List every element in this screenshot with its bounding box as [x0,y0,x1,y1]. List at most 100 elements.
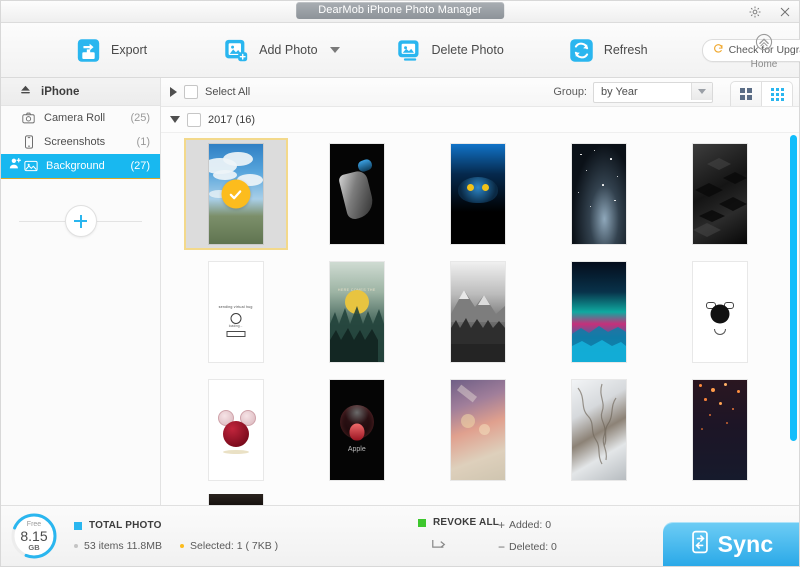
photo-cell[interactable] [660,140,781,248]
plus-icon[interactable] [65,205,97,237]
home-icon [753,31,775,58]
photo-cell[interactable] [417,258,538,366]
gear-icon[interactable] [747,4,763,20]
added-sign: + [498,518,509,532]
total-photo-label: TOTAL PHOTO [89,520,162,531]
free-value: 8.15 [20,529,47,543]
sidebar-count-camera-roll: (25) [130,112,150,124]
added-deleted-stats: + Added: 0 − Deleted: 0 [498,518,557,554]
select-all-checkbox[interactable] [184,85,198,99]
photo-thumbnail-here-comes-the-sun: HERE COMES THE [330,262,384,362]
group-checkbox-2017[interactable] [187,113,201,127]
deleted-sign: − [498,540,509,554]
thumbnail-caption: Apple [330,446,384,453]
delete-photo-label: Delete Photo [432,43,504,57]
title-bar: DearMob iPhone Photo Manager [1,1,799,23]
add-photo-label: Add Photo [259,43,317,57]
total-photo-swatch [74,522,82,530]
vertical-scrollbar[interactable] [790,135,797,441]
photo-cell[interactable] [186,140,286,248]
photo-cell[interactable] [175,376,296,484]
sync-icon [689,529,711,560]
photo-thumbnail-astronaut [330,144,384,244]
photo-cell[interactable] [539,140,660,248]
photo-cell[interactable] [660,376,781,484]
photo-cell[interactable]: sending virtual hug loading... [175,258,296,366]
group-header-2017: 2017 (16) [161,107,799,133]
sync-button[interactable]: Sync [663,522,799,566]
export-button[interactable]: Export [71,23,151,77]
close-icon[interactable] [777,4,793,20]
group-selected-value: by Year [594,86,638,98]
camera-icon [21,112,36,124]
select-all-label[interactable]: Select All [205,86,250,98]
sidebar-label-screenshots: Screenshots [44,136,137,148]
photo-cell[interactable] [417,376,538,484]
group-header-label: 2017 (16) [208,114,255,126]
photo-cell[interactable]: Apple [296,376,417,484]
selected-check-badge [221,180,250,209]
photo-thumbnail-dark-partial [209,494,263,505]
photo-cell[interactable] [175,494,296,505]
add-photo-button[interactable]: Add Photo [219,23,343,77]
export-icon [75,37,102,64]
sidebar-label-background: Background [46,160,130,172]
sidebar-label-camera-roll: Camera Roll [44,112,130,124]
tab-small-grid-view[interactable] [762,81,793,106]
expand-all-triangle-icon[interactable] [170,87,177,97]
photo-cell[interactable] [660,258,781,366]
photo-grid: sending virtual hug loading... HERE COME… [161,133,799,505]
photo-thumbnail-orange-embers [693,380,747,480]
application-window: DearMob iPhone Photo Manager [0,0,800,567]
thumbnail-text: sending virtual hug [209,305,263,309]
free-space-gauge: Free 8.15 GB [10,512,58,560]
total-photo-stats: TOTAL PHOTO 53 items 11.8MB Selected: 1 … [74,520,278,552]
photo-cell[interactable] [539,376,660,484]
delete-photo-button[interactable]: Delete Photo [392,23,508,77]
view-toggle-group [730,81,793,106]
photo-thumbnail-apple-logo: Apple [330,380,384,480]
content-area: Select All Group: by Year [161,78,799,505]
free-label: Free [27,521,41,528]
photo-cell[interactable]: HERE COMES THE [296,258,417,366]
photo-thumbnail-sleepy-face [693,262,747,362]
photo-cell[interactable] [539,258,660,366]
sidebar: iPhone Camera Roll (25) [1,78,161,505]
photo-thumbnail-purple-bokeh [451,380,505,480]
home-label: Home [751,59,778,70]
chevron-down-icon[interactable] [691,83,712,100]
photo-cell[interactable] [417,140,538,248]
group-control: Group: by Year [553,82,713,103]
selected-dot-icon [180,544,184,548]
device-row-iphone[interactable]: iPhone [1,78,160,106]
chevron-down-icon[interactable] [330,47,340,53]
add-album-row [1,201,160,241]
home-button[interactable]: Home [741,31,787,70]
group-select[interactable]: by Year [593,82,713,103]
main-body: iPhone Camera Roll (25) [1,78,799,505]
free-unit: GB [28,544,39,552]
photo-thumbnail-grey-mountains [451,262,505,362]
revoke-all-label[interactable]: REVOKE ALL [433,517,499,528]
photo-thumbnail-sending-virtual-hug: sending virtual hug loading... [209,262,263,362]
sidebar-item-background[interactable]: Background (27) [1,154,160,179]
refresh-button[interactable]: Refresh [564,23,652,77]
photo-thumbnail-aurora-coast [572,262,626,362]
photo-scroll-area: sending virtual hug loading... HERE COME… [161,133,799,505]
device-name: iPhone [41,86,79,98]
photo-cell[interactable] [296,140,417,248]
added-value: Added: 0 [509,519,551,531]
phone-icon [21,135,36,149]
picture-icon [23,160,38,172]
collapse-triangle-icon[interactable] [170,116,180,123]
items-dot-icon [74,544,78,548]
delete-photo-icon [396,37,423,64]
arrow-right-icon [431,537,447,555]
tab-large-grid-view[interactable] [730,81,762,106]
grid-small-icon [771,88,784,101]
revoke-all-stats: REVOKE ALL [418,517,499,555]
sidebar-item-screenshots[interactable]: Screenshots (1) [1,130,160,154]
thumbnail-subtext: loading... [209,324,263,328]
sidebar-item-camera-roll[interactable]: Camera Roll (25) [1,106,160,130]
selected-value: Selected: 1 ( 7KB ) [190,540,278,552]
